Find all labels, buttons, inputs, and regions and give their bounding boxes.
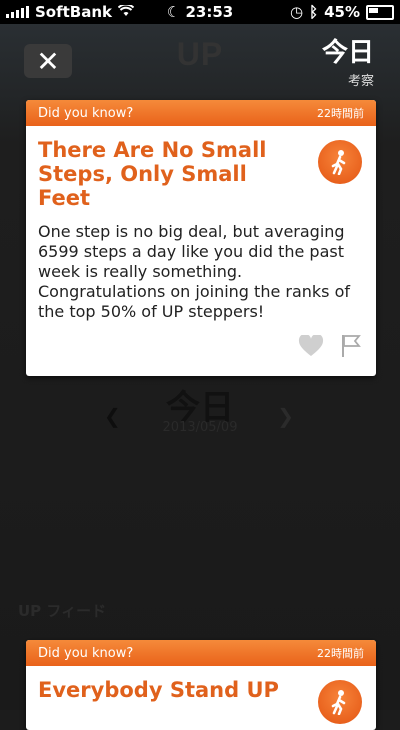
step-icon (318, 680, 362, 724)
heart-icon[interactable] (298, 333, 324, 361)
status-time: 23:53 (185, 3, 234, 21)
card-actions (298, 333, 362, 362)
card-time: 22時間前 (317, 107, 364, 120)
header-title-text: 今日 (321, 38, 374, 68)
card-header: Did you know? 22時間前 (26, 640, 376, 666)
card-title: Everybody Stand UP (38, 678, 279, 702)
battery-icon (366, 4, 394, 20)
card-title: There Are No Small Steps, Only Small Fee… (38, 138, 267, 210)
close-button[interactable]: ✕ (24, 44, 72, 78)
bluetooth-icon: ᛒ (309, 3, 319, 21)
card-category: Did you know? (38, 645, 134, 661)
feed-label: UP フィード (18, 602, 107, 620)
card-time: 22時間前 (317, 647, 364, 660)
chevron-right-icon[interactable]: ❯ (277, 404, 294, 428)
step-icon (318, 140, 362, 184)
flag-icon[interactable] (340, 334, 362, 362)
date-label: 2013/05/09 (162, 420, 238, 435)
insight-card[interactable]: Did you know? 22時間前 Everybody Stand UP (26, 640, 376, 730)
card-header: Did you know? 22時間前 (26, 100, 376, 126)
header-subtitle: 考察 (347, 74, 374, 89)
alarm-icon: ◷ (289, 3, 304, 21)
header-title: 今日 考察 (322, 38, 374, 89)
card-category: Did you know? (38, 105, 134, 121)
battery-percent: 45% (324, 3, 360, 21)
moon-icon: ☾ (166, 3, 181, 21)
card-body: One step is no big deal, but averaging 6… (38, 222, 351, 321)
status-bar: SoftBank ☾ 23:53 ◷ ᛒ 45% (0, 0, 400, 24)
chevron-left-icon[interactable]: ❮ (104, 404, 121, 428)
insight-card[interactable]: Did you know? 22時間前 There Are No Small S… (26, 100, 376, 376)
